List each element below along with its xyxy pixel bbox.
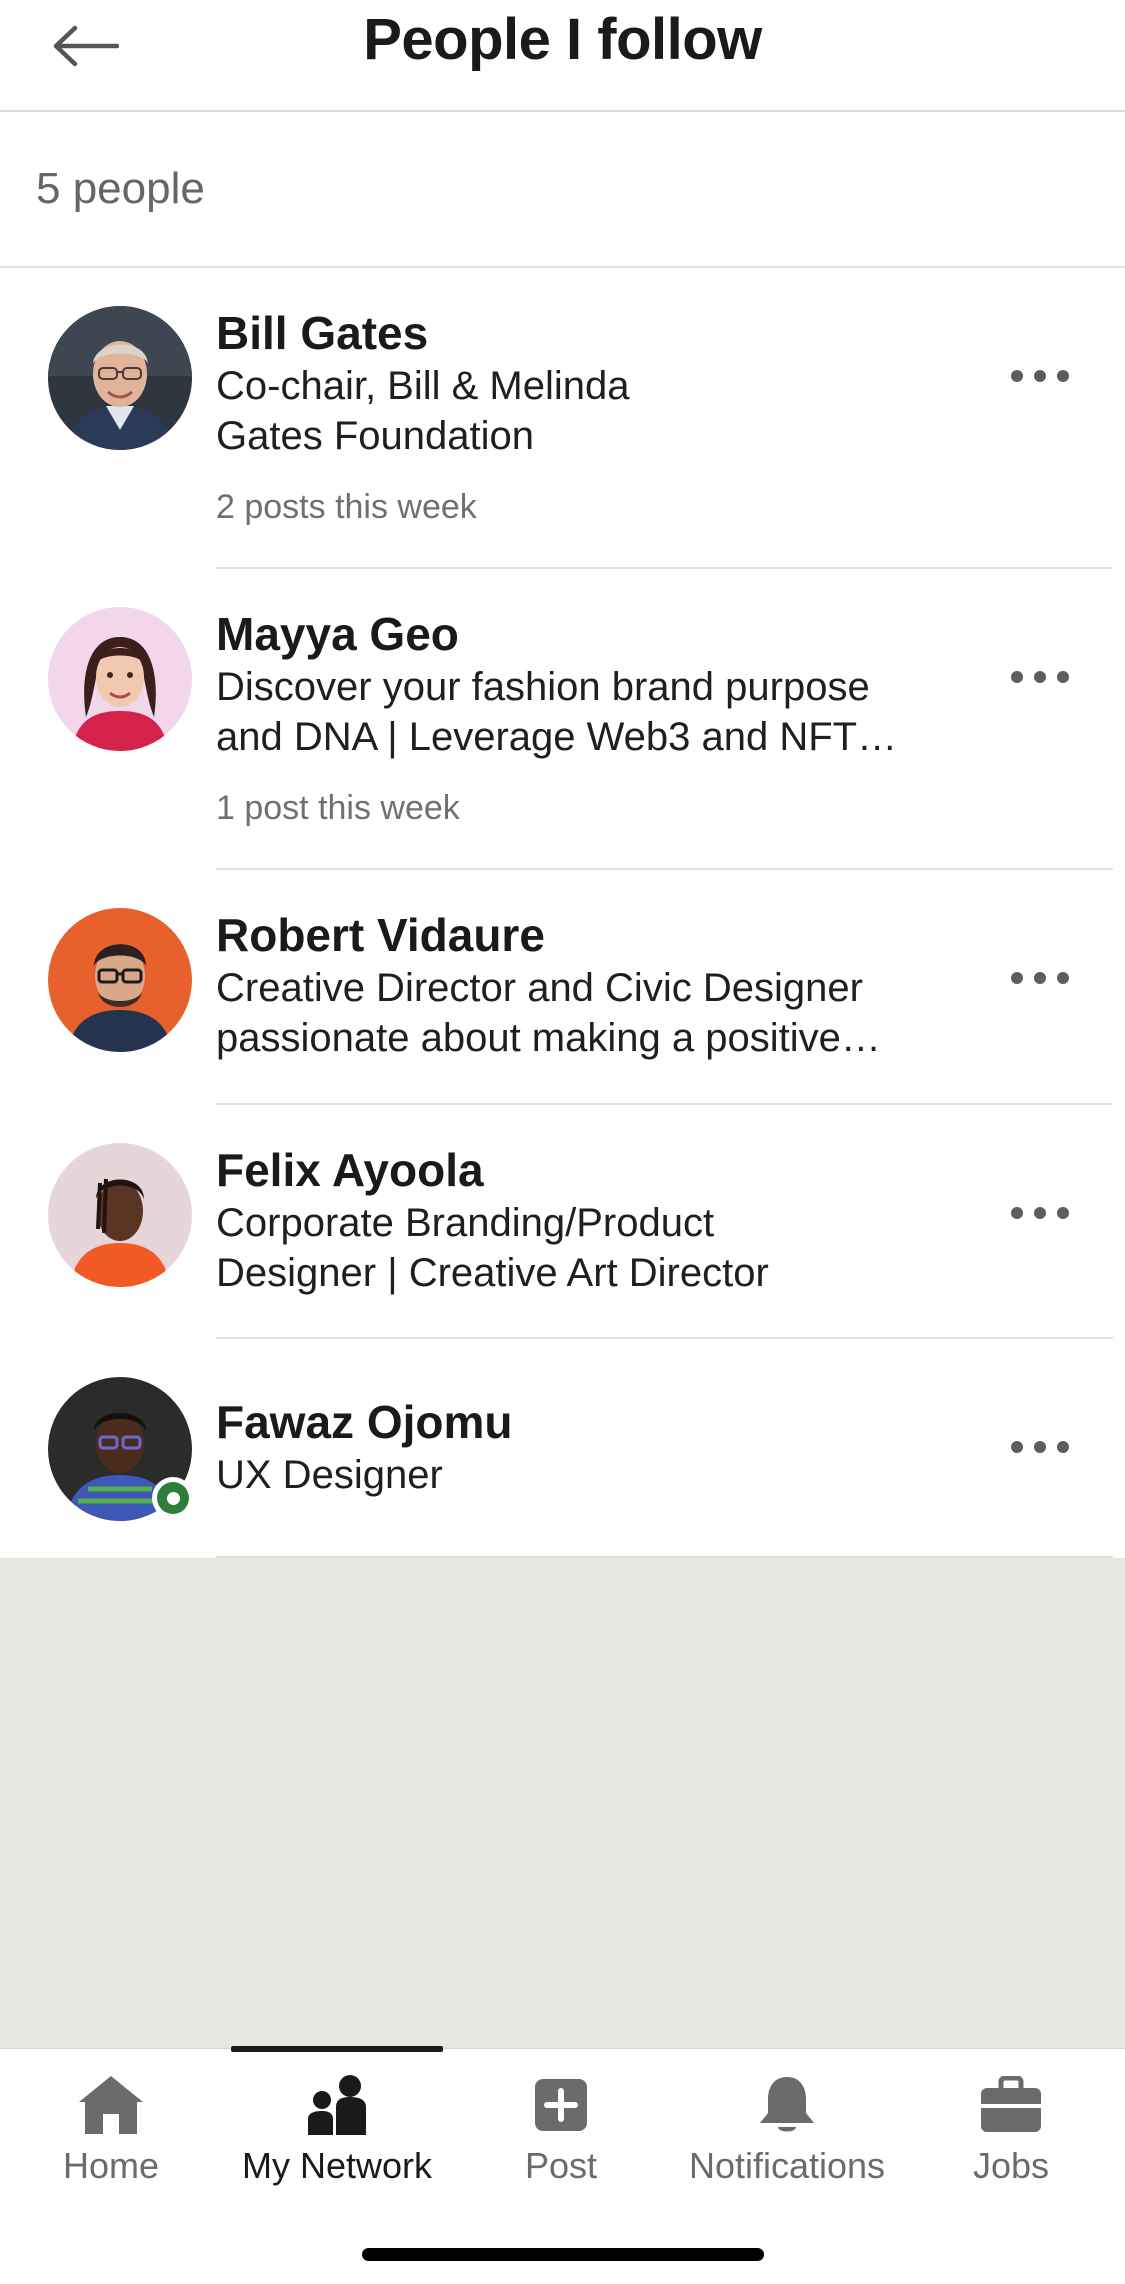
person-name[interactable]: Mayya Geo bbox=[216, 607, 459, 661]
more-options-button[interactable] bbox=[995, 1417, 1085, 1477]
headline-line: Designer | Creative Art Director bbox=[216, 1251, 769, 1295]
ellipsis-icon bbox=[1011, 972, 1023, 984]
plus-square-icon bbox=[525, 2069, 597, 2141]
person-headline: Discover your fashion brand purpose and … bbox=[216, 662, 956, 762]
person-name[interactable]: Robert Vidaure bbox=[216, 908, 545, 962]
online-status-icon bbox=[152, 1477, 194, 1519]
nav-label: Post bbox=[524, 2145, 598, 2186]
nav-label: Home bbox=[62, 2145, 160, 2186]
avatar[interactable] bbox=[48, 306, 192, 450]
post-activity: 1 post this week bbox=[216, 789, 460, 827]
network-icon bbox=[301, 2069, 373, 2141]
nav-label: Notifications bbox=[688, 2145, 886, 2186]
avatar[interactable] bbox=[48, 1143, 192, 1287]
headline-line: Corporate Branding/Product bbox=[216, 1201, 715, 1245]
headline-line: Co-chair, Bill & Melinda bbox=[216, 364, 630, 408]
home-indicator bbox=[362, 2248, 764, 2261]
ellipsis-icon bbox=[1011, 1207, 1023, 1219]
person-name[interactable]: Felix Ayoola bbox=[216, 1143, 484, 1197]
post-activity: 2 posts this week bbox=[216, 488, 477, 526]
list-item-person[interactable]: Robert Vidaure Creative Director and Civ… bbox=[0, 870, 1125, 1105]
person-name[interactable]: Fawaz Ojomu bbox=[216, 1395, 512, 1449]
headline-line: Gates Foundation bbox=[216, 414, 534, 458]
ellipsis-icon bbox=[1011, 370, 1023, 382]
nav-label: My Network bbox=[241, 2145, 433, 2186]
headline-line: passionate about making a positive… bbox=[216, 1016, 881, 1060]
nav-post[interactable]: Post bbox=[470, 2049, 652, 2219]
list-item-person[interactable]: Fawaz Ojomu UX Designer bbox=[0, 1339, 1125, 1558]
ellipsis-icon bbox=[1011, 1441, 1023, 1453]
headline-line: Creative Director and Civic Designer bbox=[216, 966, 863, 1010]
list-item-person[interactable]: Bill Gates Co-chair, Bill & Melinda Gate… bbox=[0, 268, 1125, 569]
more-options-button[interactable] bbox=[995, 948, 1085, 1008]
person-headline: UX Designer bbox=[216, 1450, 956, 1500]
nav-home[interactable]: Home bbox=[20, 2049, 202, 2219]
following-list: Bill Gates Co-chair, Bill & Melinda Gate… bbox=[0, 268, 1125, 1558]
avatar[interactable] bbox=[48, 908, 192, 1052]
person-headline: Corporate Branding/Product Designer | Cr… bbox=[216, 1198, 956, 1298]
people-count: 5 people bbox=[36, 164, 205, 213]
page-title: People I follow bbox=[363, 7, 762, 72]
person-headline: Co-chair, Bill & Melinda Gates Foundatio… bbox=[216, 361, 956, 461]
bell-icon bbox=[751, 2069, 823, 2141]
top-app-bar: People I follow bbox=[0, 0, 1125, 112]
headline-line: and DNA | Leverage Web3 and NFT… bbox=[216, 715, 898, 759]
empty-area bbox=[0, 1558, 1125, 2048]
screen: People I follow 5 people Bill Gates Co-c… bbox=[0, 0, 1125, 2284]
person-name[interactable]: Bill Gates bbox=[216, 306, 428, 360]
nav-my-network[interactable]: My Network bbox=[222, 2049, 452, 2219]
people-count-bar: 5 people bbox=[0, 114, 1125, 268]
briefcase-icon bbox=[975, 2069, 1047, 2141]
list-item-person[interactable]: Mayya Geo Discover your fashion brand pu… bbox=[0, 569, 1125, 870]
headline-line: UX Designer bbox=[216, 1453, 443, 1497]
more-options-button[interactable] bbox=[995, 1183, 1085, 1243]
home-icon bbox=[75, 2069, 147, 2141]
nav-jobs[interactable]: Jobs bbox=[920, 2049, 1102, 2219]
avatar[interactable] bbox=[48, 607, 192, 751]
ellipsis-icon bbox=[1011, 671, 1023, 683]
more-options-button[interactable] bbox=[995, 346, 1085, 406]
person-headline: Creative Director and Civic Designer pas… bbox=[216, 963, 956, 1063]
list-item-person[interactable]: Felix Ayoola Corporate Branding/Product … bbox=[0, 1105, 1125, 1339]
nav-notifications[interactable]: Notifications bbox=[672, 2049, 902, 2219]
nav-label: Jobs bbox=[972, 2145, 1050, 2186]
headline-line: Discover your fashion brand purpose bbox=[216, 665, 870, 709]
more-options-button[interactable] bbox=[995, 647, 1085, 707]
